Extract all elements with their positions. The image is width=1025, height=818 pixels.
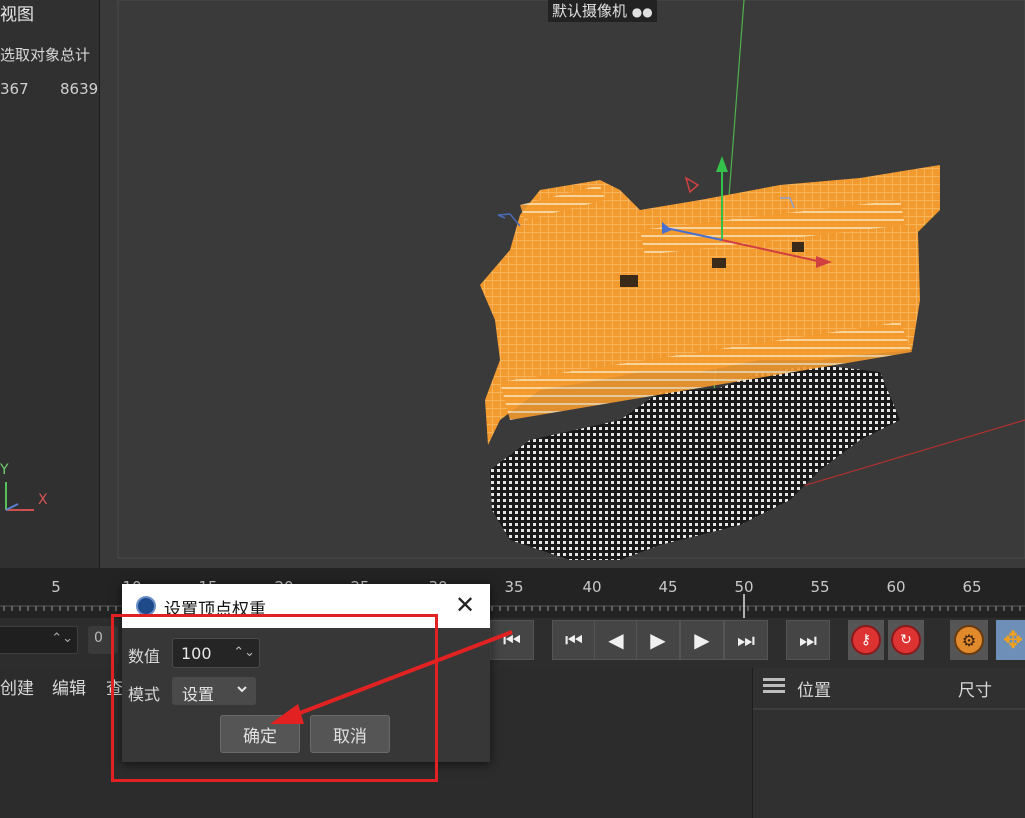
close-icon[interactable]: ✕: [452, 592, 478, 618]
tick-label: 45: [658, 578, 678, 596]
axis-y-label: Y: [0, 462, 9, 478]
tick-label: 40: [582, 578, 602, 596]
tick-label: 65: [962, 578, 982, 596]
camera-selector[interactable]: 默认摄像机 ●●: [548, 0, 657, 22]
total-header: 总计: [60, 46, 91, 64]
frame-field[interactable]: ⌃⌄: [0, 626, 78, 654]
axis-x-label: X: [38, 492, 48, 508]
spinner-icon[interactable]: ⌃⌄: [51, 631, 73, 646]
menu-edit[interactable]: 编辑: [52, 674, 86, 699]
selected-objects-value: 367: [0, 80, 29, 98]
cinema4d-logo-icon: [136, 596, 156, 616]
prev-frame-button[interactable]: ◀: [594, 620, 638, 660]
record-key-button[interactable]: ⚷: [848, 620, 884, 660]
annotation-highlight-box: [111, 614, 438, 782]
go-to-start-button[interactable]: ⏮: [490, 620, 534, 660]
next-key-button[interactable]: ⏭: [724, 620, 768, 660]
gear-icon: ⚙: [954, 625, 984, 655]
key-record-icon: ⚷: [851, 625, 881, 655]
tick-label: 55: [810, 578, 830, 596]
camera-icon: ●●: [631, 5, 653, 19]
selected-objects-header: 选取对象: [0, 46, 61, 64]
step-back-icon: ⏮: [565, 628, 583, 652]
camera-label-text: 默认摄像机: [552, 2, 628, 20]
size-header: 尺寸: [958, 681, 992, 701]
move-tool-button[interactable]: ✥: [996, 620, 1025, 660]
axis-gizmo-icon: [5, 482, 34, 511]
tick-label: 5: [51, 578, 61, 596]
menu-create[interactable]: 创建: [0, 674, 34, 699]
go-to-end-button[interactable]: ⏭: [786, 620, 830, 660]
next-frame-button[interactable]: ▶: [680, 620, 724, 660]
frame-value: 0: [94, 630, 103, 646]
step-forward-icon: ⏭: [737, 628, 755, 652]
3d-viewport[interactable]: 默认摄像机 ●●: [100, 0, 1025, 568]
skip-forward-icon: ⏭: [799, 628, 817, 652]
hamburger-icon[interactable]: [763, 678, 785, 694]
tick-label: 35: [504, 578, 524, 596]
skip-back-icon: ⏮: [503, 628, 521, 652]
playhead-icon[interactable]: [736, 594, 752, 618]
tick-label: 60: [886, 578, 906, 596]
scene-graphics: [117, 0, 1025, 560]
play-button[interactable]: ▶: [636, 620, 680, 660]
play-icon: ▶: [650, 628, 666, 652]
prev-key-button[interactable]: ⏮: [552, 620, 596, 660]
coordinates-panel: 位置 尺寸: [752, 668, 1025, 818]
auto-key-button[interactable]: ↻: [888, 620, 924, 660]
frame-forward-icon: ▶: [694, 628, 710, 652]
stats-panel: 视图 选取对象 总计 367 8639 Y X: [0, 0, 100, 568]
frame-back-icon: ◀: [608, 628, 624, 652]
divider: [753, 708, 1025, 710]
total-value: 8639: [60, 80, 99, 98]
settings-button[interactable]: ⚙: [950, 620, 988, 660]
position-header: 位置: [797, 681, 831, 701]
move-icon: ✥: [1002, 626, 1024, 654]
auto-key-icon: ↻: [891, 625, 921, 655]
panel-title: 视图: [0, 5, 34, 25]
cinema4d-window: 视图 选取对象 总计 367 8639 Y X 默认摄像机 ●● 5 35 40…: [0, 0, 1025, 818]
